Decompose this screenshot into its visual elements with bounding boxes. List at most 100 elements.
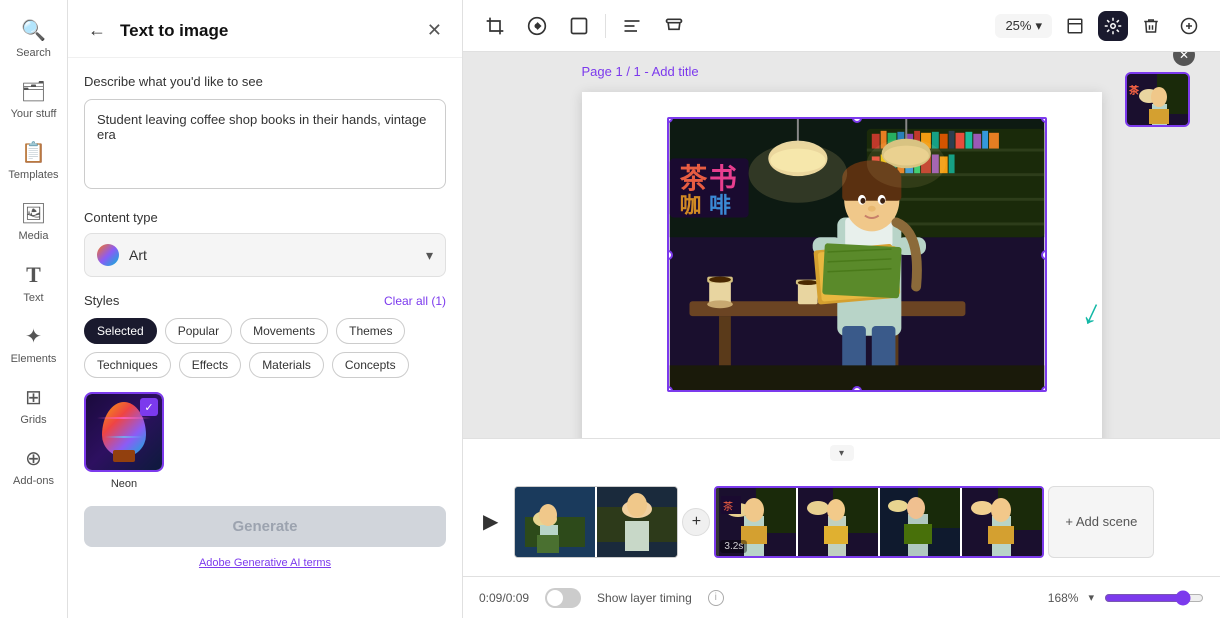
thumbnail-image: 茶 — [1127, 74, 1190, 127]
thumbnail-item[interactable]: 茶 — [1125, 72, 1190, 127]
timeline-toggle[interactable]: ▾ — [463, 439, 1220, 467]
checkmark-icon: ✓ — [140, 398, 158, 416]
add-title-link[interactable]: Add title — [652, 64, 699, 79]
toggle-knob — [547, 590, 563, 606]
bottom-bar: 0:09/0:09 Show layer timing i 168% ▾ — [463, 576, 1220, 618]
scene-thumb-active-image-2 — [798, 488, 878, 556]
sidebar-item-media[interactable]: 🖼 Media — [0, 191, 67, 252]
addons-icon: ⊕ — [25, 446, 42, 471]
styles-label: Styles — [84, 293, 119, 308]
svg-text:茶: 茶 — [1128, 84, 1140, 97]
style-tag-selected[interactable]: Selected — [84, 318, 157, 344]
describe-label: Describe what you'd like to see — [84, 74, 446, 89]
sidebar-item-search[interactable]: 🔍 Search — [0, 8, 67, 69]
square-button[interactable] — [563, 10, 595, 42]
style-tag-themes[interactable]: Themes — [336, 318, 405, 344]
add-scene-button[interactable]: + Add scene — [1048, 486, 1154, 558]
panel-back-button[interactable]: ← — [84, 16, 110, 45]
canvas-page: ↺ — [582, 92, 1102, 438]
style-thumb-neon[interactable]: ✓ Neon — [84, 392, 164, 490]
play-button[interactable]: ▶ — [479, 505, 502, 538]
ai-generated-image: 茶 书 咖 啡 — [669, 119, 1045, 390]
sidebar-item-elements-label: Elements — [11, 353, 57, 365]
panel-header: ← Text to image ✕ — [68, 0, 462, 58]
sidebar-item-elements[interactable]: ✦ Elements — [0, 314, 67, 375]
scene-thumb-active-image-4 — [962, 488, 1042, 556]
canvas-area: Page 1 / 1 - Add title ↺ — [463, 52, 1220, 438]
neon-line-2 — [105, 436, 143, 438]
svg-text:书: 书 — [709, 163, 737, 194]
scene-thumb-1a — [515, 487, 595, 557]
page-settings-button[interactable] — [1060, 11, 1090, 41]
crop-button[interactable] — [479, 10, 511, 42]
content-type-select[interactable]: Art ▾ — [84, 233, 446, 277]
main-area: 25% ▾ — [463, 0, 1220, 618]
scene-thumb-active-4 — [962, 488, 1042, 556]
sidebar-item-your-stuff-label: Your stuff — [11, 108, 57, 120]
ai-terms-link[interactable]: Adobe Generative AI terms — [84, 557, 446, 569]
scrubber — [716, 488, 719, 556]
styles-header: Styles Clear all (1) — [84, 293, 446, 308]
sidebar-item-addons-label: Add-ons — [13, 475, 54, 487]
sidebar-item-your-stuff[interactable]: 🗂 Your stuff — [0, 69, 67, 130]
sidebar-item-templates[interactable]: 📋 Templates — [0, 130, 67, 191]
generate-button[interactable]: Generate — [84, 506, 446, 547]
add-button[interactable] — [1174, 11, 1204, 41]
zoom-dropdown-icon: ▾ — [1088, 591, 1094, 604]
scene-thumb-1b — [597, 487, 677, 557]
toolbar-left — [479, 10, 983, 42]
scene-thumb-active-2 — [798, 488, 878, 556]
svg-text:茶: 茶 — [679, 163, 707, 194]
sidebar-item-addons[interactable]: ⊕ Add-ons — [0, 436, 67, 497]
toolbar-divider — [605, 14, 606, 38]
handle-middle-right[interactable] — [1041, 250, 1047, 260]
translate-button[interactable] — [658, 10, 690, 42]
style-tag-materials[interactable]: Materials — [249, 352, 324, 378]
handle-bottom-left[interactable] — [667, 386, 673, 392]
content-type-value: Art — [129, 247, 416, 263]
rotate-button[interactable] — [521, 10, 553, 42]
content-type-label: Content type — [84, 210, 446, 225]
sidebar-item-media-label: Media — [19, 230, 49, 242]
zoom-chevron-icon: ▾ — [1035, 18, 1042, 34]
style-tag-popular[interactable]: Popular — [165, 318, 232, 344]
clear-all-button[interactable]: Clear all (1) — [384, 294, 446, 308]
search-icon: 🔍 — [21, 18, 46, 43]
layer-timing-toggle[interactable] — [545, 588, 581, 608]
show-layer-label: Show layer timing — [597, 591, 692, 605]
delete-button[interactable] — [1136, 11, 1166, 41]
sidebar-item-grids[interactable]: ⊞ Grids — [0, 375, 67, 436]
scene-group-active[interactable]: 茶 3.2s — [714, 486, 1044, 558]
sidebar-item-templates-label: Templates — [8, 169, 58, 181]
handle-bottom-right[interactable] — [1041, 386, 1047, 392]
scene-duration-label: 3.2s — [720, 540, 747, 553]
thumbnail-close-button[interactable]: ✕ — [1173, 52, 1195, 66]
zoom-control[interactable]: 25% ▾ — [995, 14, 1052, 38]
scene-thumb-image-1b — [597, 487, 677, 557]
info-icon[interactable]: i — [708, 590, 724, 606]
zoom-slider[interactable] — [1104, 590, 1204, 606]
style-tag-concepts[interactable]: Concepts — [332, 352, 409, 378]
zoom-percent-label: 168% — [1048, 591, 1079, 605]
handle-bottom-middle[interactable] — [852, 386, 862, 392]
canvas-image[interactable]: ↺ — [667, 117, 1047, 392]
style-tag-effects[interactable]: Effects — [179, 352, 241, 378]
style-tag-techniques[interactable]: Techniques — [84, 352, 171, 378]
style-tag-movements[interactable]: Movements — [240, 318, 328, 344]
canvas-wrapper: Page 1 / 1 - Add title ↺ — [582, 92, 1102, 438]
prompt-textarea[interactable]: Student leaving coffee shop books in the… — [84, 99, 446, 189]
add-scene-between-button[interactable]: + — [682, 508, 710, 536]
ai-panel-button[interactable] — [1098, 11, 1128, 41]
scene-thumb-active-3 — [880, 488, 960, 556]
timeline-track: + 茶 — [514, 482, 1204, 562]
panel-close-button[interactable]: ✕ — [423, 16, 446, 45]
align-button[interactable] — [616, 10, 648, 42]
sidebar-item-text[interactable]: T Text — [0, 252, 67, 314]
left-sidebar: 🔍 Search 🗂 Your stuff 📋 Templates 🖼 Medi… — [0, 0, 68, 618]
neon-line-1 — [97, 417, 150, 419]
scene-group-1[interactable] — [514, 486, 678, 558]
style-tags-container: Selected Popular Movements Themes Techni… — [84, 318, 446, 378]
time-display: 0:09/0:09 — [479, 591, 529, 605]
panel-body: Describe what you'd like to see Student … — [68, 58, 462, 618]
thumbnail-panel: ✕ 茶 — [1125, 72, 1190, 127]
